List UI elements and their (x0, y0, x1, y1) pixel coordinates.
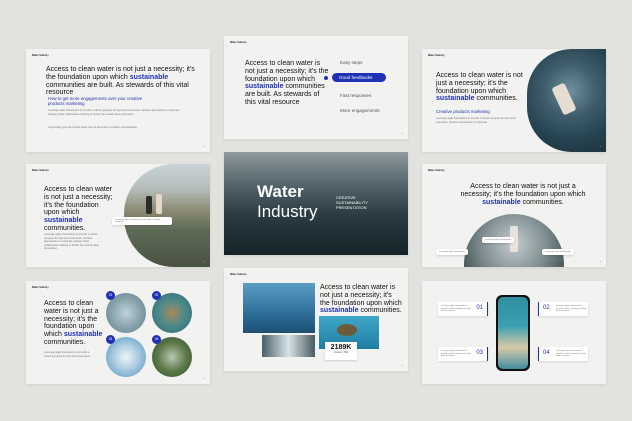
slide-heading: Access to clean water is not just a nece… (44, 186, 113, 233)
stat-card: 2189K Custom Title (325, 342, 357, 360)
slide-9[interactable]: Leverage agile frameworks to provide a r… (422, 281, 606, 384)
menu-item[interactable]: More engagements (340, 108, 380, 113)
info-pill: Leverage agile frameworks (542, 249, 575, 255)
hand-water-photo (527, 49, 606, 152)
slide-body: Leverage agile frameworks to provide a r… (48, 109, 180, 116)
info-pill: Leverage agile frameworks (482, 237, 515, 243)
divers-photo (243, 283, 315, 333)
slide-subheading: How to get more engagements over your cr… (48, 96, 143, 107)
slide-1[interactable]: Water Industry Access to clean water is … (26, 49, 210, 152)
page-number: ● (203, 146, 205, 148)
slide-body: Leverage agile frameworks to provide a r… (44, 351, 91, 358)
slide-heading: Access to clean water is not just a nece… (44, 300, 103, 347)
info-pill: Leverage agile frameworks (436, 249, 469, 255)
brand-label: Water Industry (32, 169, 49, 172)
mist-photo (262, 335, 315, 357)
title-line-2: Industry (257, 202, 318, 221)
slide-8[interactable]: Water Industry Access to clean water is … (224, 268, 408, 371)
menu-item-active[interactable]: Good feedbacks (332, 73, 386, 82)
slide-heading: Access to clean water is not just a nece… (320, 284, 402, 315)
slide-6[interactable]: Water Industry Access to clean water is … (422, 164, 606, 267)
slide-heading: Access to clean water is not just a nece… (460, 183, 586, 206)
stat-label: Custom Title (333, 351, 349, 354)
brand-label: Water Industry (32, 54, 49, 57)
page-number: ● (203, 378, 205, 380)
menu-item[interactable]: Easy steps (340, 60, 362, 65)
brand-label: Water Industry (428, 54, 445, 57)
step-number: 03 (106, 335, 115, 344)
phone-mockup (496, 295, 530, 371)
slide-body-2: Organically grow the holistic world view… (48, 126, 138, 129)
slide-heading: Access to clean water is not just a nece… (436, 72, 523, 103)
page-number: ● (203, 261, 205, 263)
slide-subheading: Creative products marketing (436, 109, 490, 114)
title-tagline: CREATIVE SUSTAINABILITY PRESENTATION (336, 195, 368, 210)
brand-label: Water Industry (428, 169, 445, 172)
feature-card: Leverage agile frameworks to provide a r… (438, 347, 488, 361)
valley-photo (124, 164, 210, 267)
page-number: ● (599, 146, 601, 148)
feature-card: 04 Leverage agile frameworks to provide … (538, 347, 588, 361)
slide-heading: Access to clean water is not just a nece… (245, 60, 329, 107)
title-line-1: Water (257, 182, 304, 201)
brand-label: Water Industry (230, 41, 247, 44)
slide-heading: Access to clean water is not just a nece… (46, 66, 195, 97)
stat-value: 2189K (330, 344, 352, 351)
slide-body: Leverage agile frameworks to provide a r… (44, 233, 99, 250)
slide-2[interactable]: Water Industry Access to clean water is … (224, 36, 408, 139)
title-slide[interactable]: Water Industry CREATIVE SUSTAINABILITY P… (224, 152, 408, 255)
feature-card: Leverage agile frameworks to provide a r… (438, 302, 488, 316)
slide-body: Leverage agile frameworks to provide a r… (436, 117, 516, 124)
feature-card: 02 Leverage agile frameworks to provide … (538, 302, 588, 316)
info-pill: Leverage agile frameworks to provide a r… (112, 217, 172, 225)
step-number: 04 (152, 335, 161, 344)
page-number: ● (401, 133, 403, 135)
selection-dot (324, 76, 328, 80)
step-number: 02 (152, 291, 161, 300)
slide-4[interactable]: Water Industry Access to clean water is … (26, 164, 210, 267)
brand-label: Water Industry (32, 286, 49, 289)
menu-item[interactable]: Fast responses (340, 93, 371, 98)
step-number: 01 (106, 291, 115, 300)
slide-7[interactable]: Water Industry Access to clean water is … (26, 281, 210, 384)
page-number: ● (599, 261, 601, 263)
slide-3[interactable]: Water Industry Access to clean water is … (422, 49, 606, 152)
page-number: ● (401, 365, 403, 367)
brand-label: Water Industry (230, 273, 247, 276)
